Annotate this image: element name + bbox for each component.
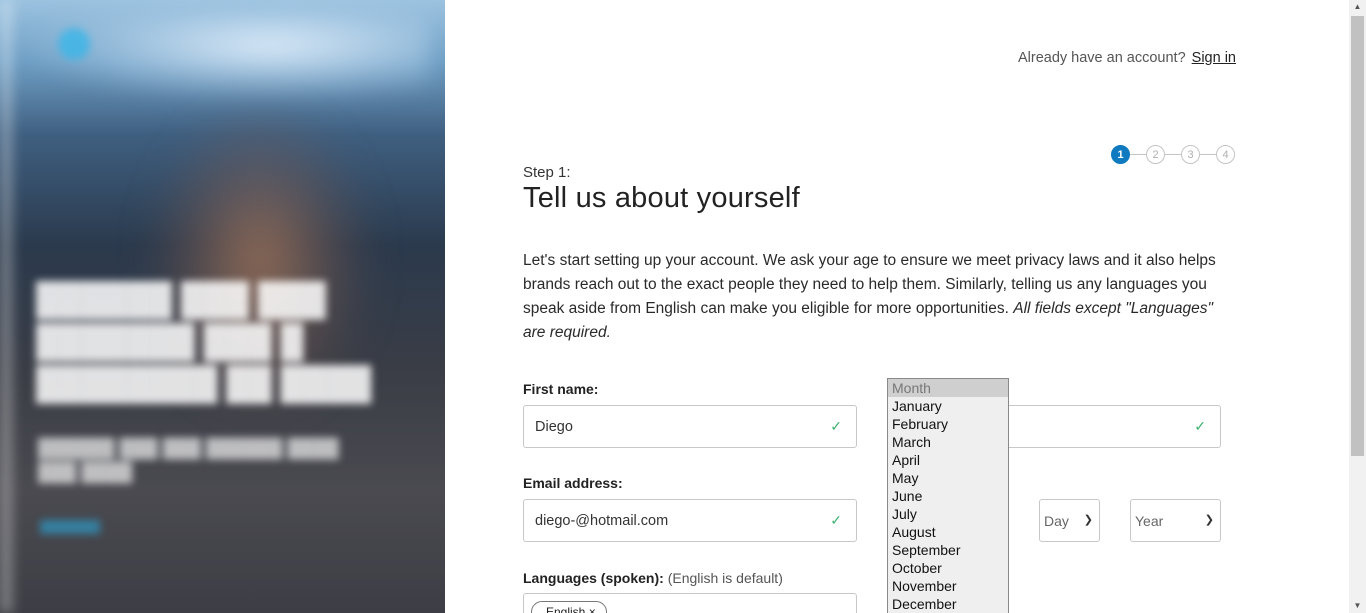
day-select-value: Day <box>1044 512 1069 529</box>
month-option[interactable]: September <box>888 541 1008 559</box>
scroll-up-arrow-icon[interactable]: ▲ <box>1349 0 1366 14</box>
already-account-text: Already have an account? <box>1017 50 1186 66</box>
first-name-value: Diego <box>535 418 573 435</box>
day-select[interactable]: Day ❯ <box>1039 499 1100 542</box>
month-option[interactable]: March <box>888 433 1008 451</box>
signin-link[interactable]: Sign in <box>1192 50 1236 66</box>
step-label: Step 1: <box>523 164 571 181</box>
intro-paragraph: Let's start setting up your account. We … <box>523 249 1233 345</box>
scroll-down-arrow-icon[interactable]: ▼ <box>1349 599 1366 613</box>
chevron-down-icon: ❯ <box>1204 514 1214 526</box>
languages-hint: (English is default) <box>667 570 783 586</box>
languages-label-text: Languages (spoken): <box>523 570 664 586</box>
month-option[interactable]: February <box>888 415 1008 433</box>
step-1: 1 <box>1111 145 1130 164</box>
month-option[interactable]: January <box>888 397 1008 415</box>
hero-blurred-title: ██████ ███ ███ ███████ ███ █ ████████ ██ █… <box>36 281 372 401</box>
hero-blurred-link <box>40 520 100 534</box>
hero-image-panel: ██████ ███ ███ ███████ ███ █ ████████ ██ █… <box>0 0 445 613</box>
month-dropdown-list[interactable]: Month January February March April May J… <box>887 378 1009 613</box>
brand-logo <box>58 28 90 60</box>
month-option[interactable]: June <box>888 487 1008 505</box>
month-option[interactable]: December <box>888 595 1008 613</box>
chevron-down-icon: ❯ <box>1083 514 1093 526</box>
step-connector <box>1165 153 1181 156</box>
email-label: Email address: <box>523 475 623 491</box>
hero-cloud <box>30 10 430 100</box>
check-icon: ✓ <box>830 512 842 528</box>
progress-stepper: 1 2 3 4 <box>1111 145 1235 164</box>
page-scrollbar[interactable]: ▲ ▼ <box>1349 0 1366 613</box>
check-icon: ✓ <box>1194 418 1206 434</box>
month-option[interactable]: July <box>888 505 1008 523</box>
hero-edge <box>0 0 12 613</box>
first-name-input[interactable]: Diego ✓ <box>523 405 857 448</box>
signin-row: Already have an account? Sign in <box>1018 50 1236 66</box>
month-option[interactable]: November <box>888 577 1008 595</box>
scrollbar-thumb[interactable] <box>1351 16 1364 456</box>
hero-blurred-subtitle: ██████ ███ ███ ██████ ████ ███ ████ <box>38 438 339 482</box>
step-connector <box>1200 153 1216 156</box>
step-connector <box>1130 153 1146 156</box>
step-3: 3 <box>1181 145 1200 164</box>
month-option-header[interactable]: Month <box>888 379 1008 397</box>
step-2: 2 <box>1146 145 1165 164</box>
month-option[interactable]: May <box>888 469 1008 487</box>
year-select-value: Year <box>1135 512 1164 529</box>
languages-label: Languages (spoken): (English is default) <box>523 570 783 586</box>
step-4: 4 <box>1216 145 1235 164</box>
check-icon: ✓ <box>830 418 842 434</box>
month-option[interactable]: October <box>888 559 1008 577</box>
language-tag-english[interactable]: English × <box>531 601 607 613</box>
month-option[interactable]: August <box>888 523 1008 541</box>
year-select[interactable]: Year ❯ <box>1130 499 1221 542</box>
page-title: Tell us about yourself <box>523 182 800 214</box>
month-option[interactable]: April <box>888 451 1008 469</box>
email-input[interactable]: diego-@hotmail.com ✓ <box>523 499 857 542</box>
languages-input[interactable]: English × <box>523 593 857 613</box>
first-name-label: First name: <box>523 381 599 397</box>
email-value: diego-@hotmail.com <box>535 512 669 529</box>
